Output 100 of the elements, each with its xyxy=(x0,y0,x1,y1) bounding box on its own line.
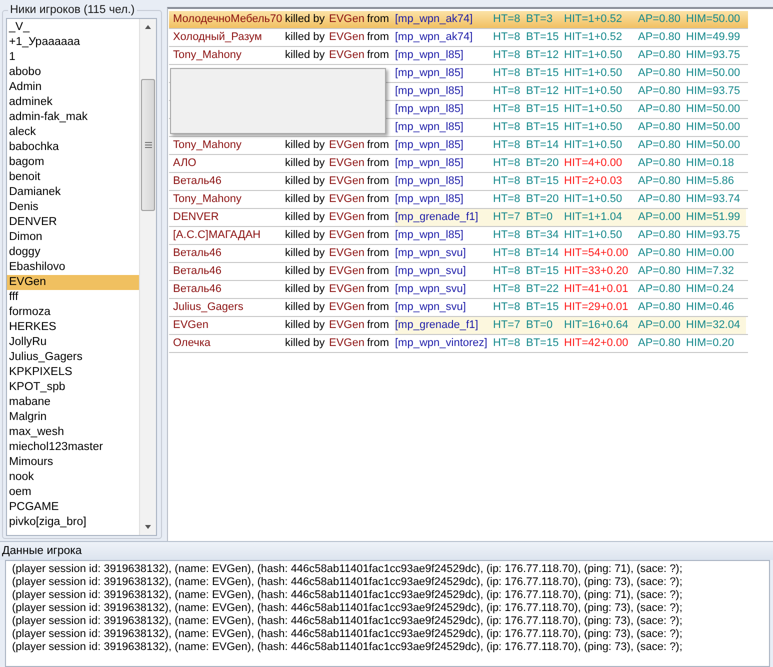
player-item[interactable]: formoza xyxy=(7,305,139,320)
player-data-box[interactable] xyxy=(5,560,770,667)
player-item[interactable]: EVGen xyxy=(7,275,139,290)
player-item[interactable]: KPOT_spb xyxy=(7,380,139,395)
player-item[interactable]: DENVER xyxy=(7,215,139,230)
weapon-name: [mp_wpn_l85] xyxy=(395,48,464,63)
him-value: HIM=0.20 xyxy=(686,336,735,351)
scrollbar[interactable] xyxy=(139,19,156,535)
hit-value: HIT=1+0.50 xyxy=(564,48,624,63)
kill-row[interactable]: [A.C.C]МАГАДАН killed by EVGen from [mp_wpn_l85] HT=8 BT=34 HIT=1+0.50 AP=0.80 HIM=93.75 xyxy=(169,227,748,245)
kill-preposition: from xyxy=(367,156,390,171)
him-value: HIM=32.04 xyxy=(686,317,746,334)
hit-value: HIT=1+0.50 xyxy=(564,192,624,207)
player-item[interactable]: JollyRu xyxy=(7,335,139,350)
kill-row[interactable]: Веталь46 killed by EVGen from [mp_wpn_svu] HT=8 BT=22 HIT=41+0.01 AP=0.80 HIM=0.24 xyxy=(169,281,748,299)
kill-preposition: from xyxy=(367,192,390,207)
player-item[interactable]: +1_Ураааааа xyxy=(7,35,139,50)
player-item[interactable]: Julius_Gagers xyxy=(7,350,139,365)
kill-row[interactable]: Веталь46 killed by EVGen from [mp_wpn_l85] HT=8 BT=15 HIT=2+0.03 AP=0.80 HIM=5.86 xyxy=(169,173,748,191)
hit-value: HIT=4+0.00 xyxy=(564,156,624,171)
player-item[interactable]: Dimon xyxy=(7,230,139,245)
ap-value: AP=0.80 xyxy=(638,120,682,135)
kill-row[interactable]: Tony_Mahony killed by EVGen from [mp_wpn_l85] HT=8 BT=14 HIT=1+0.50 AP=0.80 HIM=50.00 xyxy=(169,137,748,155)
kill-row[interactable]: Олечка killed by EVGen from [mp_wpn_vintorez] HT=8 BT=15 HIT=42+0.00 AP=0.80 HIM=0.20 xyxy=(169,335,748,353)
scroll-thumb[interactable] xyxy=(141,79,155,211)
ap-value: AP=0.80 xyxy=(638,30,682,45)
kill-row[interactable]: МолодечноМебель70 killed by EVGen from [mp_wpn_ak74] HT=8 BT=3 HIT=1+0.52 AP=0.80 HIM=50.00 xyxy=(169,11,748,29)
bt-value: BT=15 xyxy=(526,102,560,117)
group-title: Ники игроков (115 чел.) xyxy=(9,4,136,16)
player-item[interactable]: nook xyxy=(7,470,139,485)
player-item[interactable]: doggy xyxy=(7,245,139,260)
player-item[interactable]: bagom xyxy=(7,155,139,170)
player-item[interactable]: Malgrin xyxy=(7,410,139,425)
player-item[interactable]: 1 xyxy=(7,50,139,65)
kill-preposition: from xyxy=(367,318,390,333)
weapon-name: [mp_grenade_f1] xyxy=(395,209,493,226)
player-item[interactable]: fff xyxy=(7,290,139,305)
bt-value: BT=15 xyxy=(526,66,560,81)
kill-row[interactable]: Холодный_Разум killed by EVGen from [mp_wpn_ak74] HT=8 BT=15 HIT=1+0.52 AP=0.80 HIM=49.99 xyxy=(169,29,748,47)
player-item[interactable]: mabane xyxy=(7,395,139,410)
data-line: (player session id: 3919638132), (name: EVGen), (hash: 446c58ab11401fac1cc93ae9f24529dc), (ip: 176.77.118.70), (ping: 73), (sace: ?); xyxy=(12,641,684,654)
player-item[interactable]: Admin xyxy=(7,80,139,95)
data-line: (player session id: 3919638132), (name: EVGen), (hash: 446c58ab11401fac1cc93ae9f24529dc), (ip: 176.77.118.70), (ping: 71), (sace: ?); xyxy=(12,563,684,576)
player-item[interactable]: Damianek xyxy=(7,185,139,200)
ht-value: HT=8 xyxy=(493,228,522,243)
ht-value: HT=8 xyxy=(493,102,522,117)
bt-value: BT=15 xyxy=(526,30,560,45)
kill-row[interactable]: Веталь46 killed by EVGen from [mp_wpn_svu] HT=8 BT=14 HIT=54+0.00 AP=0.80 HIM=0.00 xyxy=(169,245,748,263)
him-value: HIM=93.75 xyxy=(686,84,742,99)
him-value: HIM=5.86 xyxy=(686,174,735,189)
player-item[interactable]: abobo xyxy=(7,65,139,80)
player-item[interactable]: Mimours xyxy=(7,455,139,470)
kill-row[interactable]: АЛО killed by EVGen from [mp_wpn_l85] HT=8 BT=20 HIT=4+0.00 AP=0.80 HIM=0.18 xyxy=(169,155,748,173)
him-value: HIM=0.18 xyxy=(686,156,735,171)
kill-verb: killed by xyxy=(285,246,326,261)
player-item[interactable]: Ebashilovo xyxy=(7,260,139,275)
kill-verb: killed by xyxy=(285,192,326,207)
kill-row[interactable]: DENVER killed by EVGen from [mp_grenade_f1] HT=7 BT=0 HIT=1+1.04 AP=0.00 HIM=51.99 xyxy=(169,209,748,227)
player-item[interactable]: aleck xyxy=(7,125,139,140)
kill-verb: killed by xyxy=(285,30,326,45)
kill-preposition: from xyxy=(367,12,390,27)
ht-value: HT=7 xyxy=(493,209,526,226)
ht-value: HT=8 xyxy=(493,336,522,351)
kill-preposition: from xyxy=(367,138,390,153)
player-item[interactable]: pivko[ziga_bro] xyxy=(7,515,139,530)
kill-verb: killed by xyxy=(285,138,326,153)
victim-name: Julius_Gagers xyxy=(173,300,244,315)
hit-value: HIT=1+0.50 xyxy=(564,120,624,135)
killer-name: EVGen xyxy=(329,300,366,315)
weapon-name: [mp_wpn_svu] xyxy=(395,264,467,279)
weapon-name: [mp_wpn_l85] xyxy=(395,174,464,189)
player-item[interactable]: PCGAME xyxy=(7,500,139,515)
player-item[interactable]: HERKES xyxy=(7,320,139,335)
player-item[interactable]: babochka xyxy=(7,140,139,155)
player-item[interactable]: _V_ xyxy=(7,20,139,35)
kill-verb: killed by xyxy=(285,12,326,27)
player-item[interactable]: adminek xyxy=(7,95,139,110)
player-item[interactable]: benoit xyxy=(7,170,139,185)
player-item[interactable]: KPKPIXELS xyxy=(7,365,139,380)
victim-name: МолодечноМебель70 xyxy=(173,12,284,27)
kill-row[interactable]: Веталь46 killed by EVGen from [mp_wpn_svu] HT=8 BT=15 HIT=33+0.20 AP=0.80 HIM=7.32 xyxy=(169,263,748,281)
player-item[interactable]: oem xyxy=(7,485,139,500)
weapon-name: [mp_wpn_l85] xyxy=(395,66,464,81)
kill-row[interactable]: Tony_Mahony killed by EVGen from [mp_wpn_l85] HT=8 BT=12 HIT=1+0.50 AP=0.80 HIM=93.75 xyxy=(169,47,748,65)
kill-preposition: from xyxy=(367,174,390,189)
bt-value: BT=20 xyxy=(526,192,560,207)
him-value: HIM=50.00 xyxy=(686,102,742,117)
bt-value: BT=34 xyxy=(526,228,560,243)
player-item[interactable]: max_wesh xyxy=(7,425,139,440)
player-item[interactable]: miechol123master xyxy=(7,440,139,455)
player-item[interactable]: admin-fak_mak xyxy=(7,110,139,125)
ap-value: AP=0.80 xyxy=(638,192,682,207)
player-item[interactable]: Denis xyxy=(7,200,139,215)
him-value: HIM=93.75 xyxy=(686,228,742,243)
kill-verb: killed by xyxy=(285,228,326,243)
bt-value: BT=0 xyxy=(526,209,564,226)
hit-value: HIT=1+0.50 xyxy=(564,66,624,81)
kill-row[interactable]: EVGen killed by EVGen from [mp_grenade_f1] HT=7 BT=0 HIT=16+0.64 AP=0.00 HIM=32.04 xyxy=(169,317,748,335)
victim-name: [A.C.C]МАГАДАН xyxy=(173,228,262,243)
victim-name: Tony_Mahony xyxy=(173,192,242,207)
